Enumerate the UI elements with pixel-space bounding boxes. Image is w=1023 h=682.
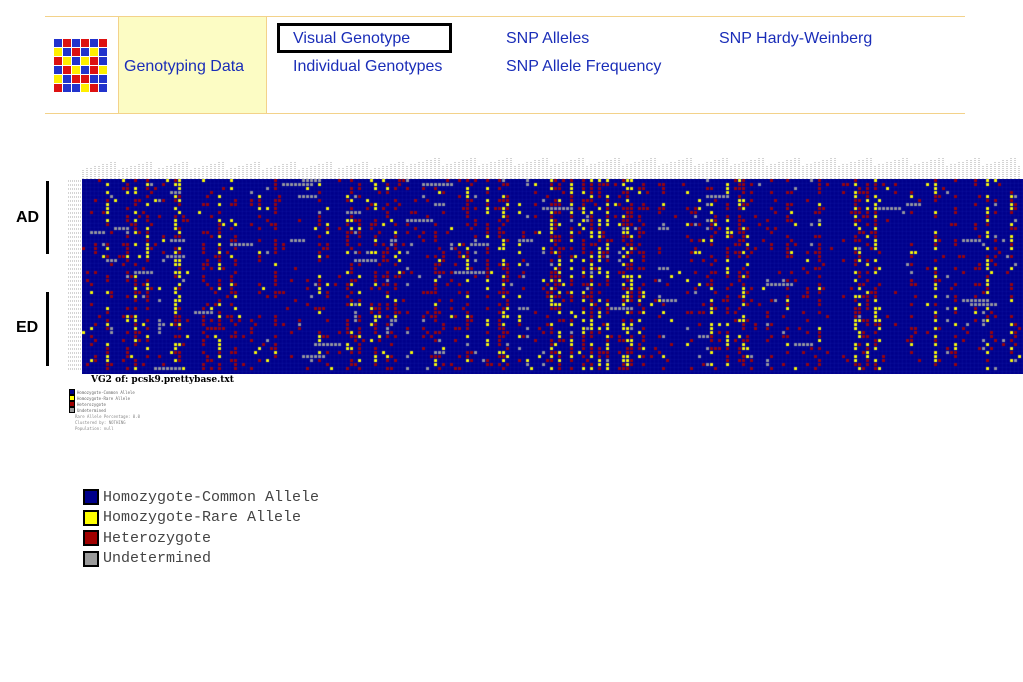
logo-cell — [45, 17, 119, 113]
ad-group-bracket — [46, 181, 49, 254]
legend-item: Heterozygote — [83, 528, 319, 549]
logo-cell-block — [54, 66, 62, 74]
sample-row-labels — [68, 180, 81, 370]
ed-group-label: ED — [16, 319, 39, 336]
logo-cell-block — [63, 39, 71, 47]
logo-cell-block — [90, 48, 98, 56]
visual-genotype-grid — [82, 179, 1023, 374]
logo-cell-block — [90, 39, 98, 47]
logo-cell-block — [81, 57, 89, 65]
genotype-grid-logo-icon — [54, 39, 107, 92]
logo-cell-block — [63, 66, 71, 74]
legend-item: Undetermined — [83, 549, 319, 570]
mini-legend-label: Homozygote-Rare Allele — [77, 395, 130, 401]
snp-alleles-link[interactable]: SNP Alleles — [506, 30, 589, 48]
logo-cell-block — [81, 75, 89, 83]
grid-caption: VG2 of: pcsk9.prettybase.txt — [91, 375, 234, 385]
logo-cell-block — [99, 39, 107, 47]
population: Population: null — [75, 426, 114, 431]
nav-title: Genotyping Data — [124, 58, 245, 75]
logo-cell-block — [54, 48, 62, 56]
legend-label: Homozygote-Rare Allele — [103, 509, 302, 527]
legend-swatch-heterozygote — [83, 530, 99, 547]
legend-item: Homozygote-Common Allele — [83, 487, 319, 508]
mini-legend-label: Homozygote-Common Allele — [77, 389, 135, 395]
logo-cell-block — [99, 48, 107, 56]
nav-title-cell: Genotyping Data — [119, 17, 267, 113]
logo-cell-block — [72, 84, 80, 92]
logo-cell-block — [54, 57, 62, 65]
logo-cell-block — [72, 66, 80, 74]
logo-cell-block — [81, 66, 89, 74]
legend-item: Homozygote-Rare Allele — [83, 508, 319, 529]
ad-group-label: AD — [16, 209, 40, 226]
snp-allele-frequency-link[interactable]: SNP Allele Frequency — [506, 58, 661, 76]
legend-swatch-homozygote-common — [83, 489, 99, 506]
mini-legend-label: Undetermined — [77, 407, 106, 413]
genotyping-nav: Genotyping Data Visual Genotype Individu… — [45, 16, 965, 114]
mini-legend-item: Homozygote-Rare Allele — [69, 395, 135, 401]
grid-info: Rare Allele Percentage: 0.0 Clustered by… — [75, 414, 140, 432]
snp-column-labels — [82, 157, 1020, 179]
logo-cell-block — [99, 57, 107, 65]
logo-cell-block — [81, 48, 89, 56]
legend-label: Homozygote-Common Allele — [103, 488, 320, 506]
visual-genotype-link[interactable]: Visual Genotype — [293, 30, 410, 48]
logo-cell-block — [72, 48, 80, 56]
logo-cell-block — [81, 84, 89, 92]
logo-cell-block — [54, 75, 62, 83]
logo-cell-block — [90, 66, 98, 74]
genotype-legend: Homozygote-Common Allele Homozygote-Rare… — [83, 487, 319, 569]
legend-label: Undetermined — [103, 550, 212, 568]
logo-cell-block — [99, 66, 107, 74]
logo-cell-block — [90, 57, 98, 65]
logo-cell-block — [63, 75, 71, 83]
logo-cell-block — [90, 84, 98, 92]
logo-cell-block — [72, 39, 80, 47]
logo-cell-block — [99, 84, 107, 92]
individual-genotypes-link[interactable]: Individual Genotypes — [293, 58, 442, 76]
ed-group-bracket — [46, 292, 49, 366]
logo-cell-block — [72, 75, 80, 83]
logo-cell-block — [81, 39, 89, 47]
mini-legend: Homozygote-Common Allele Homozygote-Rare… — [69, 389, 135, 413]
logo-cell-block — [54, 39, 62, 47]
logo-cell-block — [99, 75, 107, 83]
logo-cell-block — [63, 48, 71, 56]
snp-hardy-weinberg-link[interactable]: SNP Hardy-Weinberg — [719, 30, 872, 48]
logo-cell-block — [63, 57, 71, 65]
mini-legend-item: Homozygote-Common Allele — [69, 389, 135, 395]
mini-legend-label: Heterozygote — [77, 401, 106, 407]
logo-cell-block — [72, 57, 80, 65]
legend-swatch-undetermined — [83, 550, 99, 567]
logo-cell-block — [63, 84, 71, 92]
logo-cell-block — [54, 84, 62, 92]
logo-cell-block — [90, 75, 98, 83]
legend-label: Heterozygote — [103, 529, 212, 547]
mini-legend-swatch — [69, 407, 75, 413]
legend-swatch-homozygote-rare — [83, 509, 99, 526]
mini-legend-item: Undetermined — [69, 407, 135, 413]
